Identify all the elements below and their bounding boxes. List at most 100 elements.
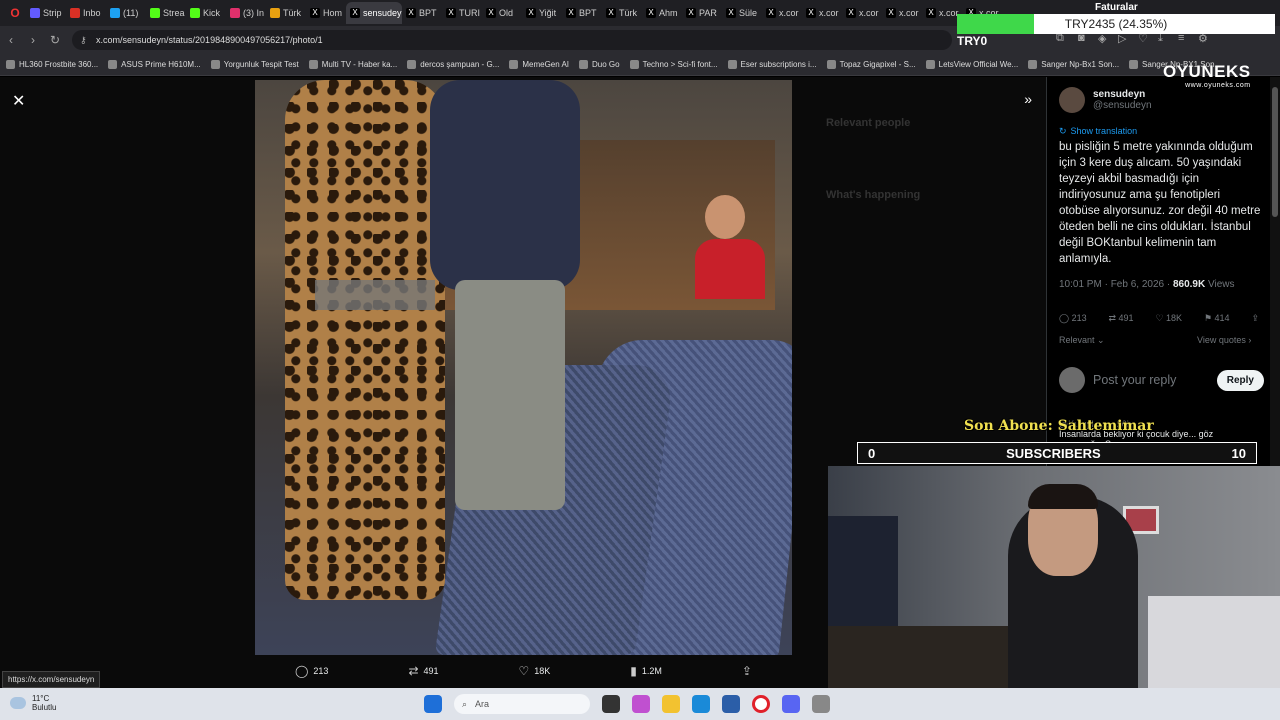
author-name[interactable]: sensudeyn: [1093, 89, 1152, 100]
repost-action[interactable]: ⇄ 491: [408, 664, 438, 678]
browser-tab[interactable]: Türk: [266, 2, 306, 24]
person-legs: [455, 280, 565, 510]
like-stat[interactable]: ♡ 18K: [1155, 313, 1182, 324]
windows-start-icon[interactable]: [424, 695, 442, 713]
share-icon: ⇪: [741, 664, 752, 678]
bookmark-icon: [407, 60, 417, 69]
browser-tab[interactable]: X BPT: [402, 2, 442, 24]
file-explorer-icon[interactable]: [662, 695, 680, 713]
photo-action-bar: ◯ 213 ⇄ 491 ♡ 18K ▮ 1.2M ⇪: [255, 661, 792, 681]
bookmark-item[interactable]: Yorgunluk Tespit Test: [210, 60, 299, 69]
browser-tab[interactable]: Strea: [146, 2, 186, 24]
donation-goal-bar: TRY2435 (24.35%): [957, 14, 1275, 34]
tweet-author[interactable]: sensudeyn @sensudeyn: [1059, 87, 1152, 113]
bookmark-item[interactable]: Techno > Sci-fi font...: [629, 60, 718, 69]
reply-count: 213: [313, 666, 329, 676]
bookmark-item[interactable]: MemeGen AI: [509, 60, 569, 69]
bookmark-item[interactable]: Topaz Gigapixel - S...: [826, 60, 916, 69]
bookmark-icon: [509, 60, 519, 69]
relevant-people-heading: Relevant people: [826, 117, 911, 129]
tab-favicon-icon: [190, 8, 200, 18]
browser-tab[interactable]: Xsensudey: [346, 2, 402, 24]
taskbar-search[interactable]: ⌕ Ara: [454, 694, 590, 714]
browser-tab[interactable]: Xx.cor: [922, 2, 962, 24]
browser-tab[interactable]: (11): [106, 2, 146, 24]
browser-tab[interactable]: Strip: [26, 2, 66, 24]
bookmark-icon: [826, 60, 836, 69]
browser-tab[interactable]: X Old: [482, 2, 522, 24]
share-icon[interactable]: ⇪: [1251, 313, 1259, 324]
bookmark-item[interactable]: Eser subscriptions i...: [727, 60, 817, 69]
subscriber-goal-box: 0 SUBSCRIBERS 10: [857, 442, 1257, 464]
browser-tab[interactable]: Xx.cor: [762, 2, 802, 24]
bookmark-item[interactable]: Duo Go: [579, 60, 620, 69]
forward-icon[interactable]: ›: [22, 29, 44, 51]
opera-menu-icon[interactable]: O: [4, 2, 26, 24]
reply-action[interactable]: ◯ 213: [295, 664, 328, 678]
tab-favicon-icon: X: [350, 8, 360, 18]
task-view-icon[interactable]: [602, 695, 620, 713]
collapse-panel-icon[interactable]: »: [1024, 91, 1032, 107]
bookmark-label: Multi TV - Haber ka...: [321, 60, 398, 69]
bookmark-item[interactable]: dercos şampuan - G...: [407, 60, 499, 69]
tweet-photo[interactable]: [255, 80, 792, 655]
reload-icon[interactable]: ↻: [44, 29, 66, 51]
opera-icon[interactable]: [752, 695, 770, 713]
reply-button[interactable]: Reply: [1216, 369, 1264, 391]
browser-tab[interactable]: X Süle: [722, 2, 762, 24]
weather-widget[interactable]: 11°C Bulutlu: [10, 694, 56, 712]
url-field[interactable]: ⚷ x.com/sensudeyn/status/201984890049705…: [72, 30, 952, 50]
browser-tab[interactable]: Xx.cor: [882, 2, 922, 24]
tab-favicon-icon: X: [726, 8, 736, 18]
author-handle[interactable]: @sensudeyn: [1093, 100, 1152, 111]
sort-relevant-dropdown[interactable]: Relevant ⌄: [1059, 335, 1105, 346]
store-icon[interactable]: [722, 695, 740, 713]
bookmark-item[interactable]: Multi TV - Haber ka...: [308, 60, 398, 69]
browser-tab[interactable]: Xx.cor: [842, 2, 882, 24]
reply-input[interactable]: Post your reply: [1093, 373, 1209, 387]
bookmark-item[interactable]: Sanger Np-Bx1 Son...: [1028, 60, 1119, 69]
tab-label: BPT: [419, 8, 437, 18]
edge-icon[interactable]: [692, 695, 710, 713]
settings-icon[interactable]: [812, 695, 830, 713]
browser-tab[interactable]: X Hom: [306, 2, 346, 24]
avatar[interactable]: [1059, 87, 1085, 113]
bookmark-item[interactable]: HL360 Frostbite 360...: [6, 60, 98, 69]
webcam-feed: [828, 466, 1280, 688]
bookmark-stat[interactable]: ⚑ 414: [1204, 313, 1230, 324]
browser-tab[interactable]: X Ahm: [642, 2, 682, 24]
tab-label: Strip: [43, 8, 62, 18]
browser-tab[interactable]: Inbo: [66, 2, 106, 24]
browser-tab[interactable]: X Yiğit: [522, 2, 562, 24]
discord-icon[interactable]: [782, 695, 800, 713]
view-quotes-link[interactable]: View quotes ›: [1197, 335, 1251, 345]
show-translation-link[interactable]: ↻ Show translation: [1059, 126, 1137, 137]
tab-label: sensudey: [363, 8, 402, 18]
lock-icon: ⚷: [80, 35, 87, 45]
browser-tab[interactable]: X PAR: [682, 2, 722, 24]
bookmark-item[interactable]: LetsView Official We...: [925, 60, 1018, 69]
views-action[interactable]: ▮ 1.2M: [630, 664, 662, 678]
close-icon[interactable]: ✕: [12, 91, 25, 111]
back-icon[interactable]: ‹: [0, 29, 22, 51]
share-action[interactable]: ⇪: [742, 664, 752, 678]
bed: [1148, 596, 1280, 688]
tab-label: Old: [499, 8, 514, 18]
tab-favicon-icon: [30, 8, 40, 18]
bookmark-item[interactable]: ASUS Prime H610M...: [108, 60, 201, 69]
browser-tab[interactable]: Xx.cor: [802, 2, 842, 24]
browser-tab[interactable]: X Türk: [602, 2, 642, 24]
browser-tab[interactable]: Kick: [186, 2, 226, 24]
browser-tab[interactable]: X TURI: [442, 2, 482, 24]
repost-stat[interactable]: ⇄ 491: [1109, 313, 1134, 324]
bookmark-label: ASUS Prime H610M...: [121, 60, 201, 69]
browser-tab[interactable]: X BPT: [562, 2, 602, 24]
scrollbar-thumb[interactable]: [1272, 87, 1278, 217]
copilot-icon[interactable]: [632, 695, 650, 713]
tweet-timestamp[interactable]: 10:01 PM · Feb 6, 2026 ·: [1059, 279, 1173, 290]
reply-stat[interactable]: ◯ 213: [1059, 313, 1087, 324]
browser-tab[interactable]: (3) In: [226, 2, 266, 24]
tab-label: x.cor: [899, 8, 919, 18]
tweet-views-count: 860.9K: [1172, 279, 1206, 290]
like-action[interactable]: ♡ 18K: [519, 664, 551, 678]
